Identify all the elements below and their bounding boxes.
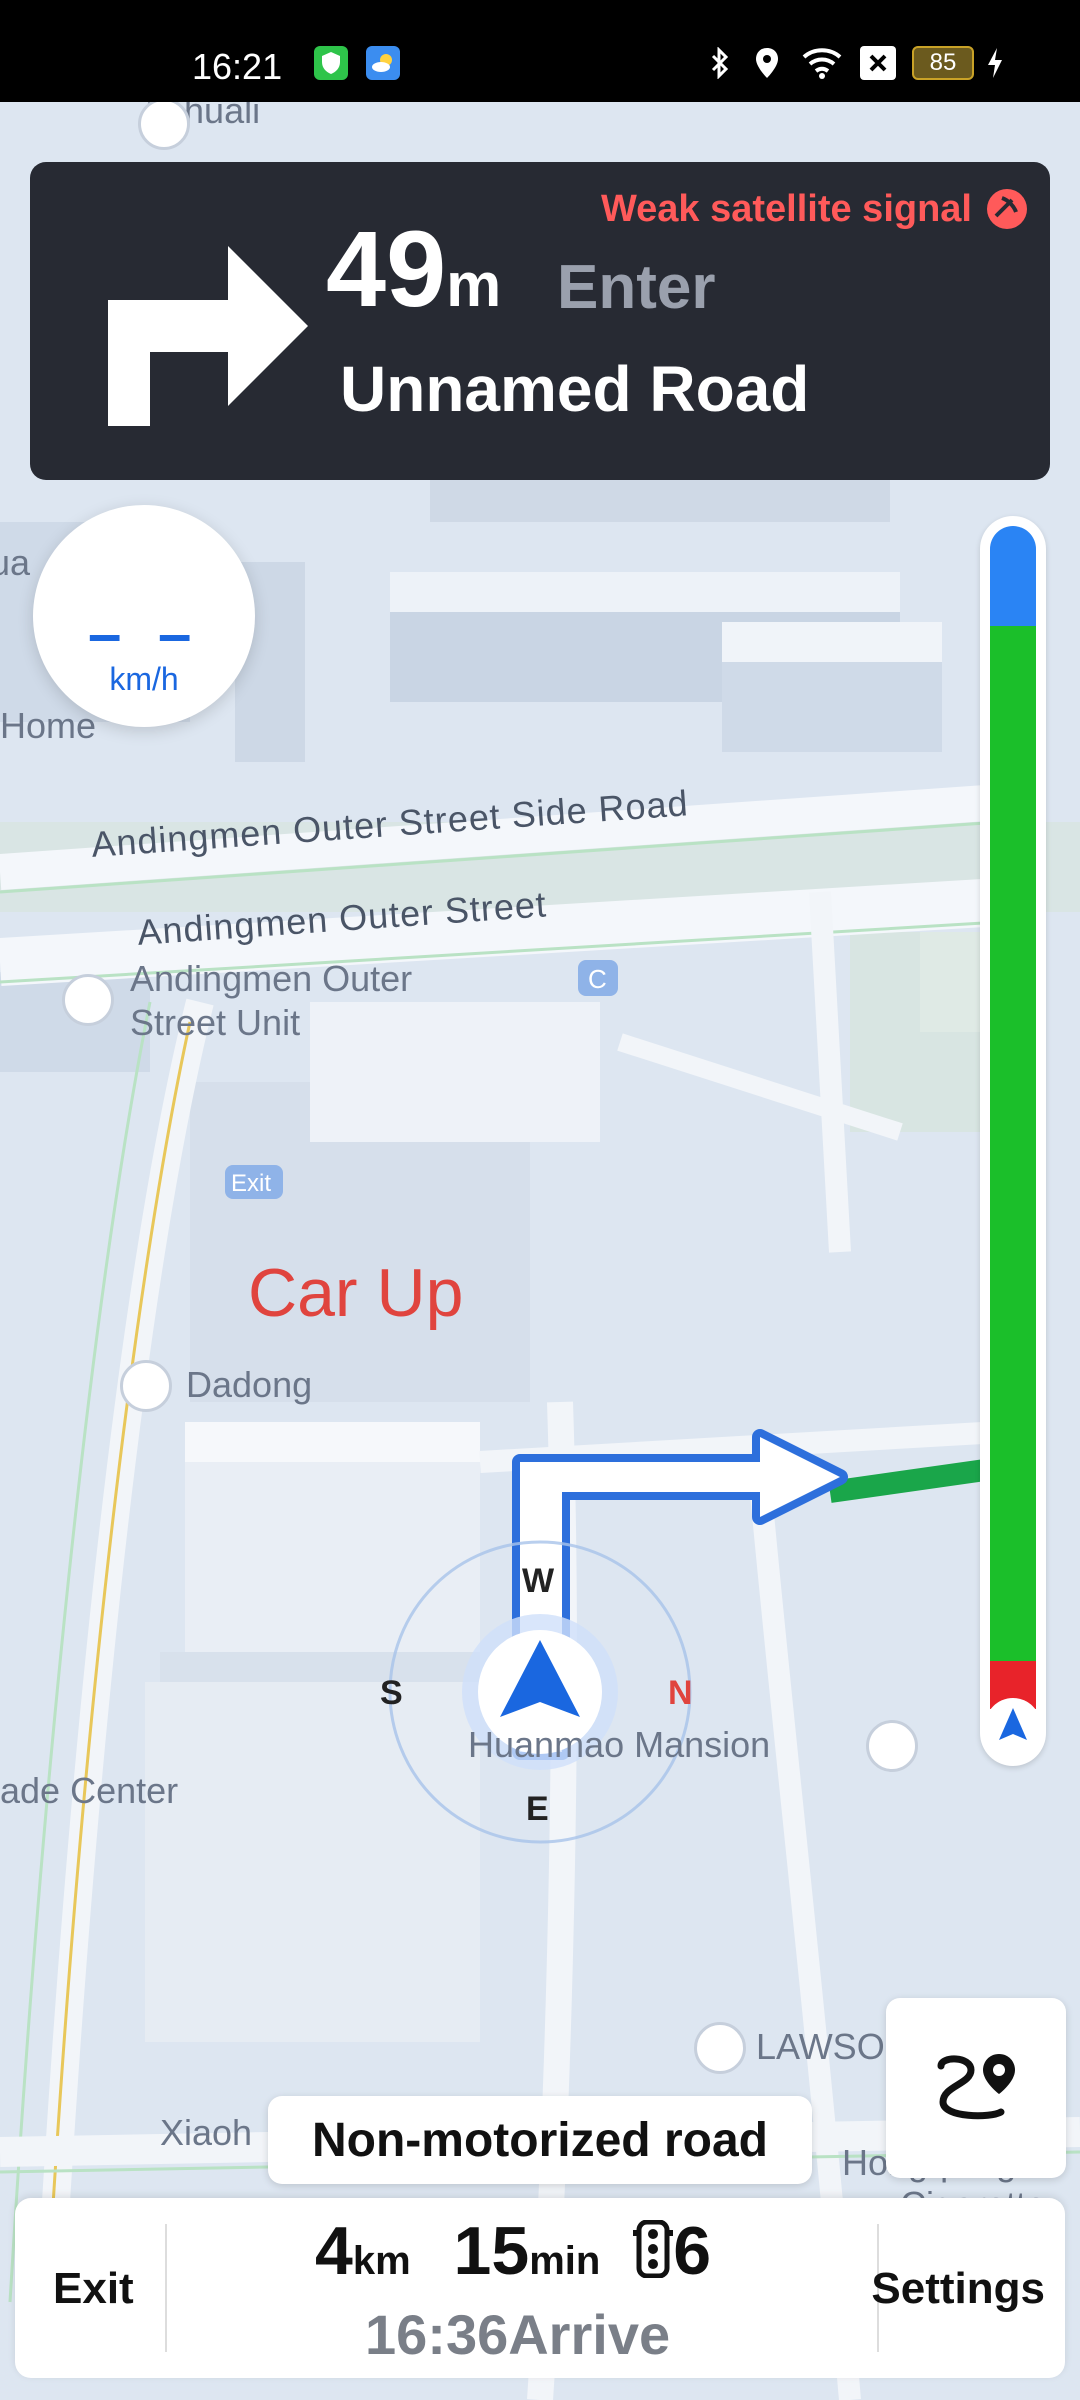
- poi-car-up[interactable]: Car Up: [248, 1254, 463, 1332]
- road-label-xiaoh: Xiaoh: [160, 2112, 253, 2153]
- traffic-segment-green: [990, 626, 1036, 1661]
- poi-unit-line2[interactable]: Street Unit: [130, 1002, 300, 1044]
- trip-stats: 4km 15min 6: [315, 2212, 711, 2290]
- charging-icon: [984, 46, 1006, 80]
- trip-distance: 4: [315, 2213, 353, 2289]
- route-progress-bar: [980, 516, 1046, 1766]
- c-badge: C: [588, 964, 607, 994]
- battery-icon: 85: [912, 46, 974, 80]
- traffic-light-count: 6: [673, 2213, 712, 2289]
- compass-w: W: [522, 1562, 555, 1600]
- divider: [165, 2224, 167, 2352]
- poi-lawson[interactable]: LAWSO: [756, 2026, 885, 2068]
- exit-badge: Exit: [231, 1170, 272, 1197]
- weather-app-icon: [366, 46, 400, 80]
- poi-building-icon: [866, 1720, 918, 1772]
- shield-app-icon: [314, 46, 348, 80]
- poi-ua: ua: [0, 542, 31, 583]
- poi-trade-center[interactable]: ade Center: [0, 1770, 178, 1812]
- arrival-time: 16:36Arrive: [365, 2303, 671, 2366]
- status-time: 16:21: [192, 46, 283, 87]
- poi-store-icon: [120, 1360, 172, 1412]
- speed-indicator: – – km/h: [33, 505, 255, 727]
- signal-warning: Weak satellite signal: [600, 188, 972, 230]
- satellite-signal-icon: [987, 189, 1027, 229]
- bluetooth-icon: [706, 46, 734, 80]
- turn-distance: 49m: [326, 208, 502, 329]
- poi-home[interactable]: Home: [0, 705, 96, 747]
- speed-value: – –: [88, 600, 202, 667]
- turn-action: Enter: [557, 253, 716, 322]
- speed-unit: km/h: [109, 661, 179, 697]
- location-icon: [752, 46, 782, 80]
- traffic-light-icon: [633, 2219, 674, 2279]
- status-bar: 16:21 85: [0, 0, 1080, 102]
- turn-right-arrow-icon: [108, 246, 308, 426]
- settings-button[interactable]: Settings: [871, 2264, 1045, 2314]
- wifi-icon: [802, 46, 842, 80]
- trip-duration-unit: min: [529, 2239, 601, 2283]
- trip-distance-unit: km: [352, 2239, 411, 2283]
- poi-unit-line1[interactable]: Andingmen Outer: [130, 958, 412, 1000]
- route-overview-icon: [937, 2054, 1015, 2120]
- trip-bottom-bar: Exit 4km 15min 6 16:36Arrive Settings: [15, 2198, 1065, 2378]
- progress-position-icon: [985, 1698, 1041, 1754]
- poi-dadong[interactable]: Dadong: [186, 1364, 312, 1406]
- poi-mansion[interactable]: Huanmao Mansion: [468, 1724, 770, 1766]
- road-type-label: Non-motorized road: [268, 2096, 812, 2184]
- trip-duration: 15: [453, 2213, 530, 2289]
- sim-off-icon: [860, 46, 896, 80]
- next-road-name: Unnamed Road: [340, 353, 810, 425]
- progress-traveled: [990, 526, 1036, 626]
- guidance-panel[interactable]: 49m Enter Unnamed Road Weak satellite si…: [30, 162, 1050, 480]
- route-overview-button[interactable]: [886, 1998, 1066, 2178]
- compass-e: E: [526, 1790, 549, 1828]
- poi-bank-icon: [62, 974, 114, 1026]
- compass-n: N: [668, 1674, 693, 1712]
- exit-button[interactable]: Exit: [53, 2264, 134, 2314]
- poi-shopping-cart-icon: [694, 2022, 746, 2074]
- compass-s: S: [380, 1674, 403, 1712]
